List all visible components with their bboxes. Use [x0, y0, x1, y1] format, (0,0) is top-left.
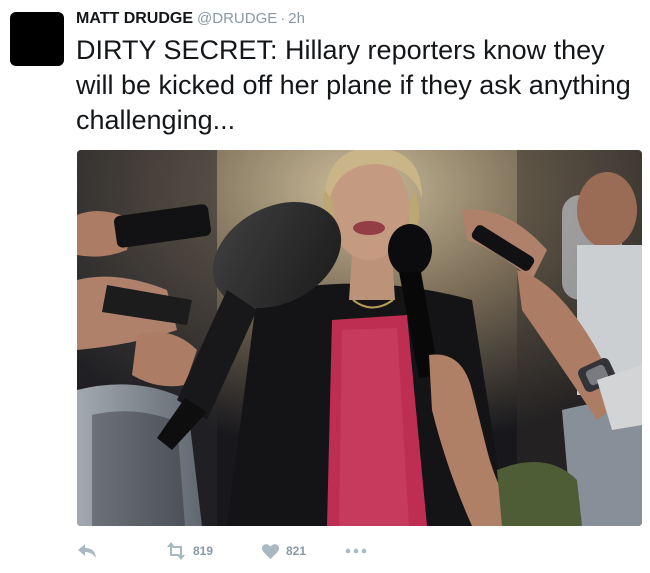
heart-icon — [261, 543, 280, 560]
retweet-icon — [165, 542, 187, 560]
retweet-count: 819 — [193, 544, 214, 558]
reply-icon — [77, 542, 97, 560]
retweet-button[interactable]: 819 — [165, 538, 213, 564]
tweet-actions: 819 821 — [77, 538, 477, 564]
tweet-timestamp[interactable]: 2h — [288, 10, 305, 27]
more-button[interactable] — [345, 538, 367, 564]
author-handle[interactable]: @DRUDGE — [197, 10, 277, 27]
reply-button[interactable] — [77, 538, 97, 564]
tweet-header: MATT DRUDGE @DRUDGE · 2h — [76, 8, 305, 30]
author-name[interactable]: MATT DRUDGE — [76, 10, 193, 27]
like-button[interactable]: 821 — [261, 538, 306, 564]
avatar[interactable] — [10, 12, 64, 66]
tweet: MATT DRUDGE @DRUDGE · 2h DIRTY SECRET: Hill… — [0, 0, 650, 573]
header-separator: · — [280, 10, 286, 27]
tweet-photo[interactable] — [77, 150, 642, 526]
tweet-text: DIRTY SECRET: Hillary reporters know the… — [76, 35, 631, 135]
more-icon — [345, 548, 367, 554]
like-count: 821 — [286, 544, 307, 558]
